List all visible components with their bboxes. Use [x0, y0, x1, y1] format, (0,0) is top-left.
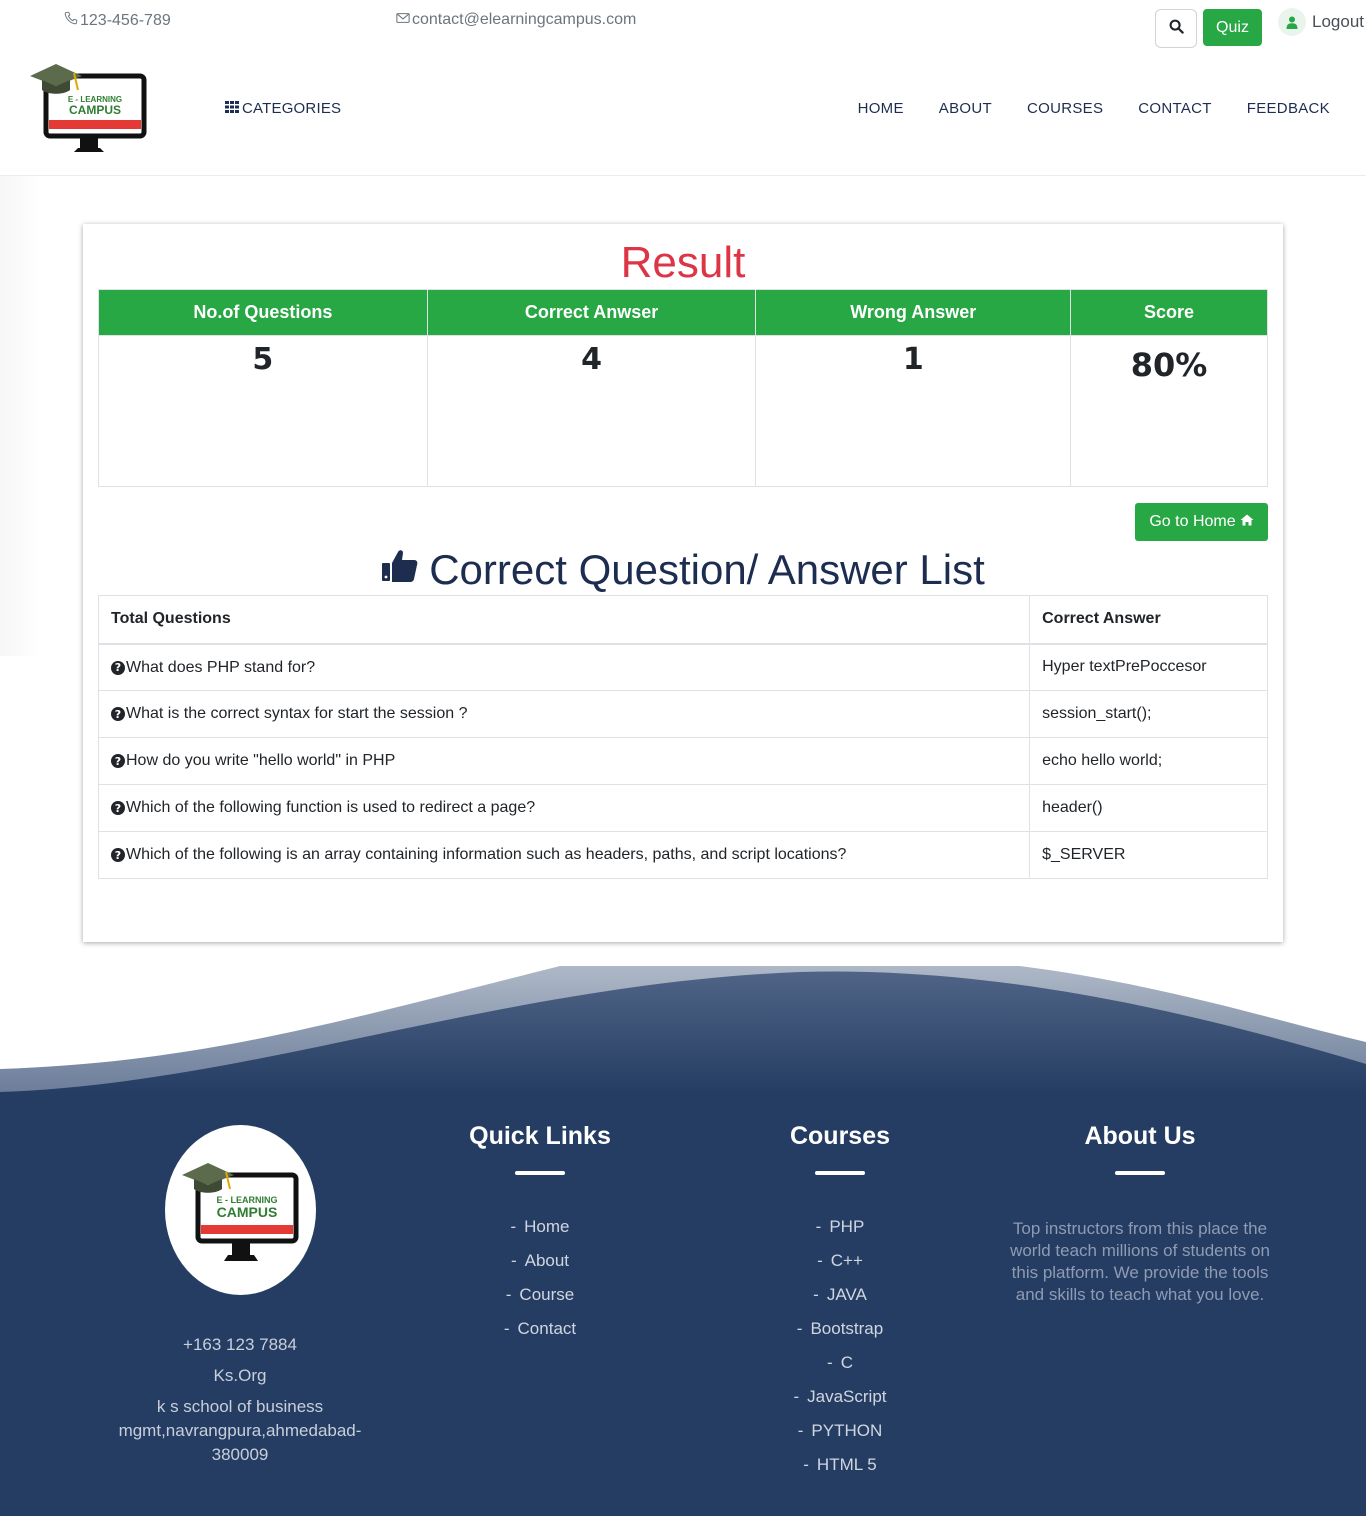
footer-logo[interactable]: E - LEARNING CAMPUS: [165, 1125, 316, 1295]
email-text: contact@elearningcampus.com: [412, 11, 637, 28]
side-decoration: [0, 176, 40, 656]
question-text: Which of the following is an array conta…: [126, 846, 847, 864]
go-home-label: Go to Home: [1149, 513, 1236, 530]
header-questions: No.of Questions: [98, 289, 428, 336]
title-underline: [1115, 1171, 1165, 1175]
table-row: ? Which of the following function is used…: [97, 784, 1268, 832]
value-wrong: 1: [755, 335, 1072, 487]
footer-wave: [0, 966, 1366, 1094]
header-wrong: Wrong Answer: [755, 289, 1072, 336]
footer-org: Ks.Org: [213, 1366, 267, 1385]
footer: E - LEARNING CAMPUS +163 123 7884 Ks.Org…: [0, 1092, 1366, 1516]
header-score: Score: [1070, 289, 1268, 336]
title-underline: [515, 1171, 565, 1175]
question-text: Which of the following function is used …: [126, 799, 536, 817]
table-row: ? Which of the following is an array cont…: [97, 831, 1268, 879]
course-link-java[interactable]: - JAVA: [690, 1285, 990, 1319]
quick-link-about[interactable]: - About: [390, 1251, 690, 1285]
answer-text: session_start();: [1029, 690, 1268, 738]
answer-list-title: Correct Question/ Answer List: [429, 546, 985, 593]
nav-menu: HOME ABOUT COURSES CONTACT FEEDBACK: [858, 100, 1330, 117]
envelope-icon: [396, 11, 410, 29]
course-link-c[interactable]: -C: [690, 1353, 990, 1387]
value-questions: 5: [98, 335, 428, 487]
phone-contact: 123-456-789: [64, 11, 171, 30]
answer-text: Hyper textPrePoccesor: [1029, 643, 1268, 691]
nav-item-home[interactable]: HOME: [858, 100, 904, 117]
answer-table: Total Questions Correct Answer ? What doe…: [97, 595, 1268, 879]
course-link-python[interactable]: - PYTHON: [690, 1421, 990, 1455]
go-home-button[interactable]: Go to Home: [1135, 503, 1268, 541]
question-icon: ?: [111, 754, 125, 769]
about-text: Top instructors from this place the worl…: [1010, 1219, 1270, 1304]
question-text: What is the correct syntax for start the…: [126, 705, 468, 723]
page: 123-456-789 contact@elearningcampus.com …: [0, 0, 1366, 1516]
nav-item-feedback[interactable]: FEEDBACK: [1247, 100, 1330, 117]
header-correct-answer: Correct Answer: [1029, 595, 1268, 645]
course-link-html5[interactable]: - HTML 5: [690, 1455, 990, 1489]
user-icon: [1278, 8, 1306, 36]
home-icon: [1240, 513, 1254, 531]
footer-phone: +163 123 7884: [183, 1335, 297, 1354]
quick-link-contact[interactable]: - Contact: [390, 1319, 690, 1353]
phone-icon: [64, 11, 78, 30]
grid-icon: [225, 100, 239, 117]
nav-item-about[interactable]: ABOUT: [939, 100, 992, 117]
answer-text: header(): [1029, 784, 1268, 832]
search-icon: [1169, 19, 1184, 39]
main-navbar: E - LEARNING CAMPUS CATEGORIES HOME ABOU…: [0, 44, 1366, 176]
question-icon: ?: [111, 848, 125, 863]
logout-link[interactable]: Logout: [1278, 8, 1364, 36]
result-card: Result No.of Questions Correct Anwser Wr…: [83, 224, 1283, 942]
header-correct: Correct Anwser: [426, 289, 757, 336]
about-column: About Us Top instructors from this place…: [990, 1122, 1290, 1306]
course-link-cpp[interactable]: - C++: [690, 1251, 990, 1285]
site-logo[interactable]: E - LEARNING CAMPUS: [28, 56, 150, 160]
quick-links-column: Quick Links - Home - About - Course - Contac…: [390, 1122, 690, 1353]
value-correct: 4: [426, 335, 757, 487]
score-table: No.of Questions Correct Anwser Wrong Ans…: [98, 289, 1268, 487]
search-button[interactable]: [1155, 9, 1197, 48]
course-link-bootstrap[interactable]: - Bootstrap: [690, 1319, 990, 1353]
quick-link-course[interactable]: - Course: [390, 1285, 690, 1319]
value-score: 80%: [1070, 335, 1268, 487]
email-contact: contact@elearningcampus.com: [396, 11, 636, 29]
courses-column: Courses - PHP - C++ - JAVA - Bootstrap -C -J…: [690, 1122, 990, 1489]
answer-text: $_SERVER: [1029, 831, 1268, 879]
logo-line2: CAMPUS: [69, 103, 121, 117]
footer-contact: +163 123 7884 Ks.Org k s school of busin…: [110, 1333, 370, 1474]
question-icon: ?: [111, 660, 125, 675]
thumbs-up-icon: [381, 546, 419, 594]
question-icon: ?: [111, 801, 125, 816]
table-row: ? What does PHP stand for? Hyper textPreP…: [97, 643, 1268, 691]
answer-list-heading: Correct Question/ Answer List: [83, 546, 1283, 594]
title-underline: [815, 1171, 865, 1175]
nav-item-courses[interactable]: COURSES: [1027, 100, 1103, 117]
question-icon: ?: [111, 707, 125, 722]
course-link-php[interactable]: - PHP: [690, 1217, 990, 1251]
header-total-questions: Total Questions: [97, 595, 1031, 645]
logout-label: Logout: [1312, 12, 1364, 31]
top-bar: 123-456-789 contact@elearningcampus.com …: [0, 0, 1366, 48]
result-title: Result: [620, 238, 746, 287]
question-text: What does PHP stand for?: [126, 658, 316, 676]
quick-link-home[interactable]: - Home: [390, 1217, 690, 1251]
categories-menu[interactable]: CATEGORIES: [225, 100, 341, 117]
quick-links-title: Quick Links: [469, 1122, 611, 1150]
table-row: ? What is the correct syntax for start th…: [97, 690, 1268, 738]
footer-logo-line2: CAMPUS: [216, 1204, 277, 1220]
categories-label: CATEGORIES: [242, 100, 342, 117]
nav-item-contact[interactable]: CONTACT: [1138, 100, 1211, 117]
question-text: How do you write "hello world" in PHP: [126, 752, 396, 770]
quiz-button[interactable]: Quiz: [1203, 9, 1262, 46]
answer-text: echo hello world;: [1029, 737, 1268, 785]
footer-address: k s school of business mgmt,navrangpura,…: [118, 1397, 362, 1464]
phone-text: 123-456-789: [80, 11, 171, 29]
about-title: About Us: [1084, 1122, 1196, 1150]
course-link-javascript[interactable]: - JavaScript: [690, 1387, 990, 1421]
table-row: ? How do you write "hello world" in PHP e…: [97, 737, 1268, 785]
courses-title: Courses: [789, 1122, 891, 1150]
